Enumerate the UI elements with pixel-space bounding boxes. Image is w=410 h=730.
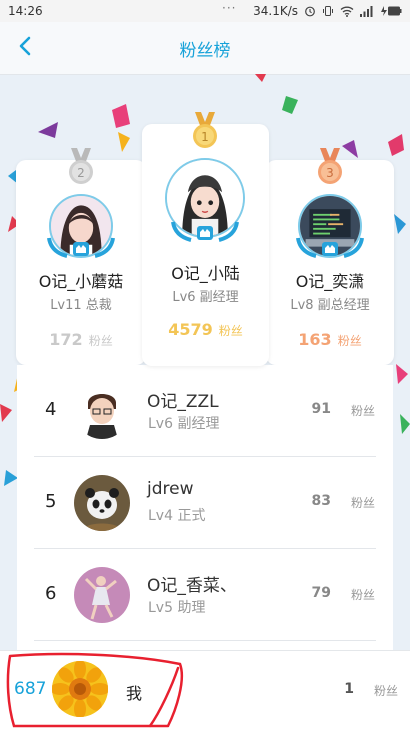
alarm-icon [305,6,315,17]
my-fans-label: 粉丝 [373,684,398,698]
vibrate-icon [323,6,333,16]
list-level: Lv5 助理 [148,600,206,616]
list-fans-count: 83 [311,493,331,509]
list-level: Lv4 正式 [148,508,206,524]
signal-icon [360,6,373,17]
first-fans-count: 4579 [168,320,213,339]
my-avatar[interactable] [52,661,108,717]
list-avatar[interactable] [74,567,130,623]
laurel-badge-icon [171,221,239,242]
notification-dots-icon: ··· [222,1,237,15]
status-bar: 14:26 ··· 34.1K/s [0,0,410,22]
third-fans: 163 粉丝 [266,330,394,349]
second-fans-count: 172 [49,330,83,349]
first-name: O记_小陆 [171,264,240,283]
second-fans-label: 粉丝 [88,334,113,348]
network-speed: 34.1K/s [253,4,298,18]
second-rank-number: 2 [77,166,85,180]
silver-medal-icon: 2 [69,148,93,184]
list-item[interactable]: 5 jdrew Lv4 正式 83 粉丝 [17,457,393,549]
third-level: Lv8 副总经理 [290,298,370,313]
list-rank: 6 [45,583,57,604]
status-icons: 34.1K/s [253,4,402,18]
list-fans-label: 粉丝 [350,496,375,510]
my-rank: 687 [14,679,47,699]
first-rank-number: 1 [201,130,209,144]
gold-medal-icon: 1 [193,112,217,148]
podium-card-second[interactable]: 2 O记_小蘑菇 Lv11 总裁 172 粉丝 [16,148,146,365]
panda-avatar-image [74,475,130,531]
list-name: jdrew [147,479,194,499]
first-fans: 4579 粉丝 [142,320,269,339]
my-name: 我 [126,684,143,703]
list-name: O记_香菜、 [147,576,237,596]
laurel-badge-icon [296,237,364,258]
third-rank-number: 3 [326,166,334,180]
podium-card-first[interactable]: 1 O记_小陆 Lv6 副经理 4579 粉丝 [142,112,269,366]
row-divider [34,640,376,641]
list-fans-count: 79 [311,585,331,601]
laurel-badge-icon [47,237,115,258]
list-avatar[interactable] [74,475,130,531]
boy-cartoon-avatar-image [74,383,130,439]
wifi-icon [340,6,354,17]
third-name: O记_奕潇 [295,272,365,291]
list-level: Lv6 副经理 [148,416,220,432]
battery-charging-icon [381,6,402,16]
bronze-medal-icon: 3 [318,148,342,184]
first-level: Lv6 副经理 [172,290,239,305]
ranking-list: 4 O记_ZZL Lv6 副经理 91 粉丝 5 jdrew Lv4 正式 83… [17,365,393,650]
list-fans-label: 粉丝 [350,404,375,418]
second-level: Lv11 总裁 [50,298,112,313]
list-rank: 5 [45,491,57,512]
dancer-avatar-image [74,567,130,623]
list-fans-count: 91 [311,401,331,417]
my-fans-count: 1 [344,681,354,697]
list-item[interactable]: 4 O记_ZZL Lv6 副经理 91 粉丝 [17,365,393,457]
list-item[interactable]: 6 O记_香菜、 Lv5 助理 79 粉丝 [17,549,393,641]
third-fans-count: 163 [298,330,332,349]
list-rank: 4 [45,399,57,420]
list-name: O记_ZZL [147,392,219,412]
sunflower-avatar-image [52,661,108,717]
second-name: O记_小蘑菇 [38,272,124,291]
first-fans-label: 粉丝 [218,324,243,338]
list-fans-label: 粉丝 [350,588,375,602]
third-fans-label: 粉丝 [337,334,362,348]
nav-bar: 粉丝榜 [0,22,410,75]
second-fans: 172 粉丝 [16,330,146,349]
status-time: 14:26 [8,4,43,18]
page-title: 粉丝榜 [179,41,231,61]
podium-card-third[interactable]: 3 O记_奕潇 Lv8 副总经理 163 粉丝 [266,148,394,365]
my-rank-bar[interactable]: 687 我 1 粉丝 [0,650,410,730]
list-avatar[interactable] [74,383,130,439]
